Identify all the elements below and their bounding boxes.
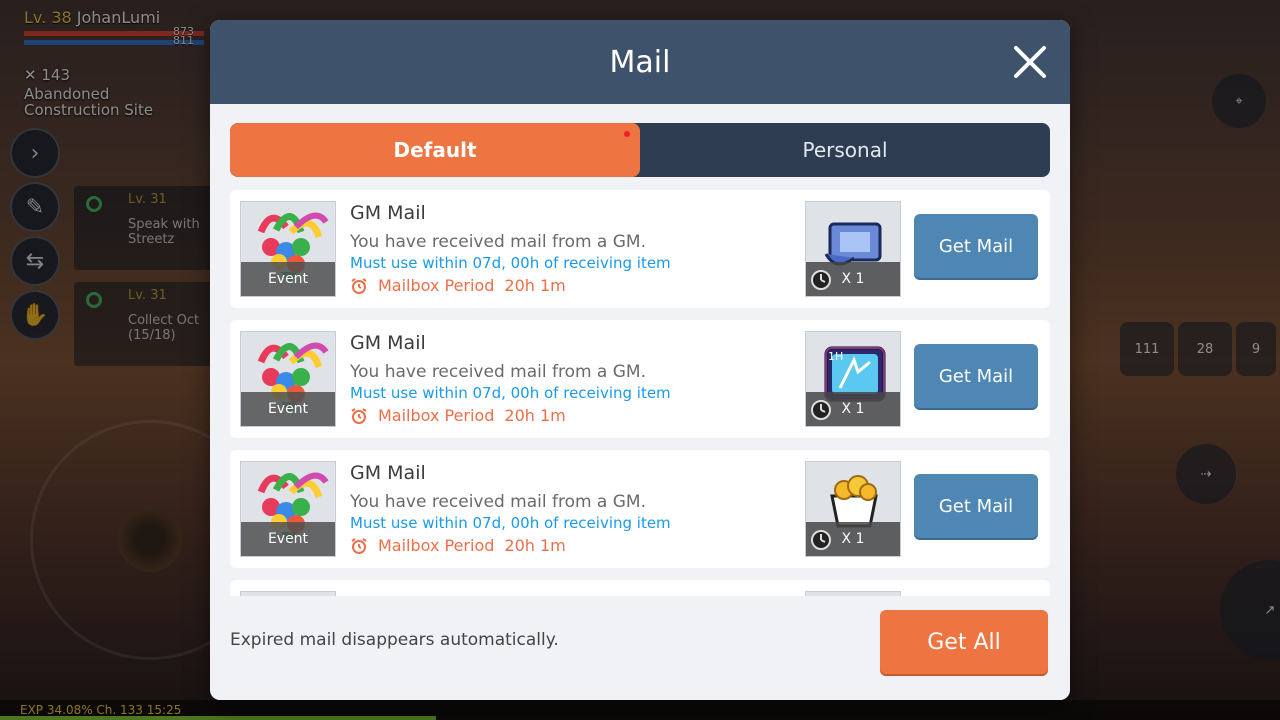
new-mail-dot <box>624 131 630 137</box>
alarm-clock-icon <box>351 537 367 554</box>
tab-default-label: Default <box>393 138 477 162</box>
attached-item-slot[interactable]: 1H X 1 <box>805 331 901 427</box>
event-thumbnail: Event <box>240 461 336 557</box>
clock-icon <box>811 400 831 420</box>
period-label: Mailbox Period <box>378 276 495 295</box>
period-label: Mailbox Period <box>378 406 495 425</box>
modal-header: Mail <box>210 20 1070 104</box>
attached-item-slot[interactable]: X 1 <box>805 201 901 297</box>
period-value: 20h 1m <box>504 536 566 555</box>
mailbox-period: Mailbox Period 20h 1m <box>350 406 790 425</box>
event-thumbnail <box>240 591 336 596</box>
attached-item-slot[interactable]: X 1 <box>805 461 901 557</box>
attached-item-slot[interactable] <box>805 591 901 596</box>
mail-body: You have received mail from a GM. <box>350 232 646 252</box>
tab-personal[interactable]: Personal <box>640 123 1050 177</box>
mail-title: GM Mail <box>350 462 426 484</box>
get-mail-button[interactable]: Get Mail <box>914 344 1038 408</box>
modal-title: Mail <box>609 44 671 80</box>
mail-texts: GM Mail You have received mail from a GM… <box>350 332 790 425</box>
period-value: 20h 1m <box>504 276 566 295</box>
clock-icon <box>811 530 831 550</box>
mail-use-limit: Must use within 07d, 00h of receiving it… <box>350 384 671 402</box>
close-button[interactable] <box>1008 40 1052 84</box>
tab-default[interactable]: Default <box>230 123 640 177</box>
get-mail-button[interactable]: Get Mail <box>914 214 1038 278</box>
mail-title: GM Mail <box>350 332 426 354</box>
tab-personal-label: Personal <box>802 138 888 162</box>
item-quantity-text: X 1 <box>841 271 865 287</box>
get-all-button[interactable]: Get All <box>880 610 1048 674</box>
mail-item <box>230 580 1050 596</box>
get-mail-button[interactable]: Get Mail <box>914 474 1038 538</box>
expiry-note: Expired mail disappears automatically. <box>230 630 559 650</box>
mail-tabs: Default Personal <box>230 123 1050 177</box>
mail-texts: GM Mail You have received mail from a GM… <box>350 462 790 555</box>
mail-item: Event GM Mail You have received mail fro… <box>230 320 1050 438</box>
mail-item: Event GM Mail You have received mail fro… <box>230 450 1050 568</box>
item-quantity-text: X 1 <box>841 531 865 547</box>
mailbox-period: Mailbox Period 20h 1m <box>350 276 790 295</box>
event-thumbnail: Event <box>240 331 336 427</box>
close-icon <box>1014 46 1046 78</box>
mailbox-period: Mailbox Period 20h 1m <box>350 536 790 555</box>
item-quantity-text: X 1 <box>841 401 865 417</box>
boost-badge: 1H <box>828 350 843 363</box>
alarm-clock-icon <box>351 277 367 294</box>
mail-modal: Mail Default Personal Event GM Mail You … <box>210 20 1070 700</box>
period-label: Mailbox Period <box>378 536 495 555</box>
mail-body: You have received mail from a GM. <box>350 362 646 382</box>
mail-title: GM Mail <box>350 202 426 224</box>
mail-item: Event GM Mail You have received mail fro… <box>230 190 1050 308</box>
mail-use-limit: Must use within 07d, 00h of receiving it… <box>350 514 671 532</box>
mail-list[interactable]: Event GM Mail You have received mail fro… <box>230 190 1050 596</box>
alarm-clock-icon <box>351 407 367 424</box>
thumb-label: Event <box>241 262 335 296</box>
mail-texts: GM Mail You have received mail from a GM… <box>350 202 790 295</box>
event-thumbnail: Event <box>240 201 336 297</box>
thumb-label: Event <box>241 392 335 426</box>
modal-footer: Expired mail disappears automatically. G… <box>230 608 1050 678</box>
thumb-label: Event <box>241 522 335 556</box>
period-value: 20h 1m <box>504 406 566 425</box>
mail-body: You have received mail from a GM. <box>350 492 646 512</box>
clock-icon <box>811 270 831 290</box>
mail-use-limit: Must use within 07d, 00h of receiving it… <box>350 254 671 272</box>
